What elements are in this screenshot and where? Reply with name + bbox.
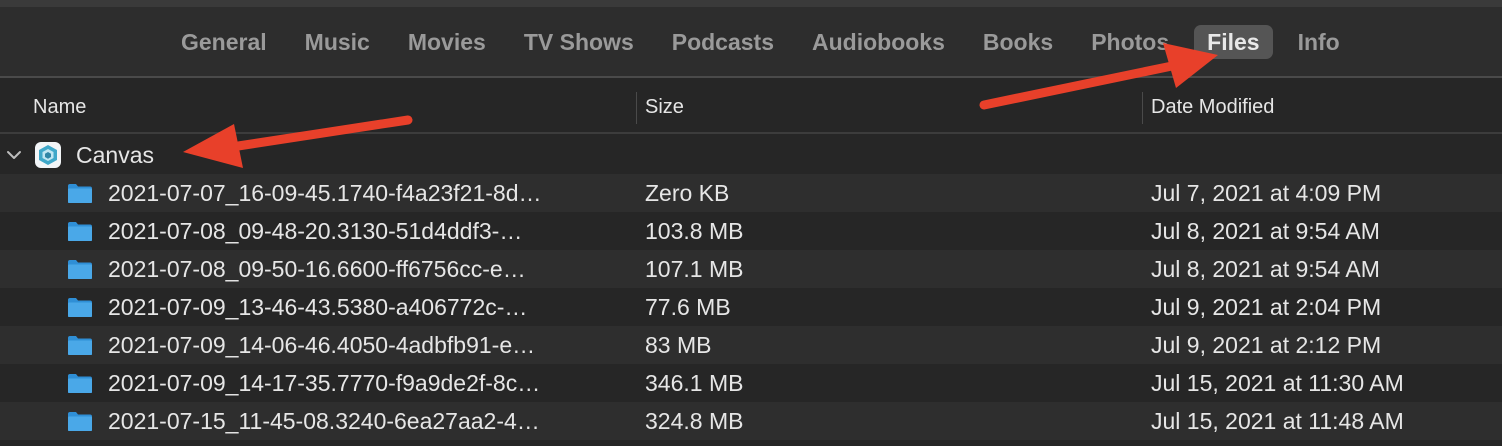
file-row[interactable]: 2021-07-08_09-48-20.3130-51d4ddf3-… 103.8… (0, 212, 1502, 250)
file-row[interactable]: 2021-07-08_09-50-16.6600-ff6756cc-e… 107.… (0, 250, 1502, 288)
file-list: Canvas 2021-07-07_16-09-45.1740-f4a23f21… (0, 136, 1502, 440)
column-header-date-modified[interactable]: Date Modified (1151, 78, 1274, 134)
tab-info[interactable]: Info (1285, 25, 1353, 59)
file-size: 103.8 MB (645, 218, 744, 244)
file-row[interactable]: 2021-07-09_14-17-35.7770-f9a9de2f-8c… 346… (0, 364, 1502, 402)
tab-general[interactable]: General (168, 25, 280, 59)
folder-icon (68, 412, 92, 431)
file-name: 2021-07-08_09-48-20.3130-51d4ddf3-… (108, 218, 523, 244)
file-size: 324.8 MB (645, 408, 744, 434)
tab-bar: General Music Movies TV Shows Podcasts Audiob… (0, 0, 1502, 78)
folder-icon (68, 336, 92, 355)
tab-movies[interactable]: Movies (395, 25, 499, 59)
file-size: 77.6 MB (645, 294, 731, 320)
file-date-modified: Jul 8, 2021 at 9:54 AM (1151, 218, 1380, 244)
chevron-down-icon[interactable] (6, 148, 22, 162)
file-date-modified: Jul 7, 2021 at 4:09 PM (1151, 180, 1382, 206)
file-row[interactable]: 2021-07-09_13-46-43.5380-a406772c-… 77.6 … (0, 288, 1502, 326)
tab-books[interactable]: Books (970, 25, 1066, 59)
folder-icon (68, 374, 92, 393)
tab-audiobooks[interactable]: Audiobooks (799, 25, 958, 59)
tab-files[interactable]: Files (1194, 25, 1273, 59)
file-row[interactable]: 2021-07-07_16-09-45.1740-f4a23f21-8d… Zer… (0, 174, 1502, 212)
column-header-row: Name Size Date Modified (0, 78, 1502, 134)
file-name: 2021-07-09_14-06-46.4050-4adbfb91-e… (108, 332, 536, 358)
canvas-app-icon (35, 142, 61, 168)
file-size: Zero KB (645, 180, 730, 206)
column-divider[interactable] (636, 92, 637, 124)
tab-list: General Music Movies TV Shows Podcasts Audiob… (168, 24, 1365, 60)
tab-photos[interactable]: Photos (1078, 25, 1182, 59)
file-rows: 2021-07-07_16-09-45.1740-f4a23f21-8d… Zer… (0, 174, 1502, 440)
file-size: 346.1 MB (645, 370, 744, 396)
file-name: 2021-07-15_11-45-08.3240-6ea27aa2-4… (108, 408, 540, 434)
tab-tv-shows[interactable]: TV Shows (511, 25, 647, 59)
file-date-modified: Jul 9, 2021 at 2:04 PM (1151, 294, 1382, 320)
app-group-row-canvas[interactable]: Canvas (0, 136, 1502, 174)
file-name: 2021-07-09_13-46-43.5380-a406772c-… (108, 294, 528, 320)
folder-icon (68, 222, 92, 241)
file-name: 2021-07-07_16-09-45.1740-f4a23f21-8d… (108, 180, 542, 206)
file-row[interactable]: 2021-07-09_14-06-46.4050-4adbfb91-e… 83 M… (0, 326, 1502, 364)
file-size: 83 MB (645, 332, 712, 358)
finder-device-window: General Music Movies TV Shows Podcasts Audiob… (0, 0, 1502, 446)
file-name: 2021-07-09_14-17-35.7770-f9a9de2f-8c… (108, 370, 541, 396)
file-name: 2021-07-08_09-50-16.6600-ff6756cc-e… (108, 256, 526, 282)
folder-icon (68, 184, 92, 203)
file-date-modified: Jul 8, 2021 at 9:54 AM (1151, 256, 1380, 282)
column-header-name[interactable]: Name (33, 78, 86, 134)
column-header-size[interactable]: Size (645, 78, 684, 134)
file-size: 107.1 MB (645, 256, 744, 282)
tab-music[interactable]: Music (292, 25, 383, 59)
folder-icon (68, 260, 92, 279)
folder-icon (68, 298, 92, 317)
file-date-modified: Jul 15, 2021 at 11:48 AM (1151, 408, 1404, 434)
tab-podcasts[interactable]: Podcasts (659, 25, 787, 59)
file-date-modified: Jul 9, 2021 at 2:12 PM (1151, 332, 1382, 358)
file-date-modified: Jul 15, 2021 at 11:30 AM (1151, 370, 1404, 396)
file-row[interactable]: 2021-07-15_11-45-08.3240-6ea27aa2-4… 324.… (0, 402, 1502, 440)
app-group-name: Canvas (76, 142, 154, 168)
column-divider[interactable] (1142, 92, 1143, 124)
